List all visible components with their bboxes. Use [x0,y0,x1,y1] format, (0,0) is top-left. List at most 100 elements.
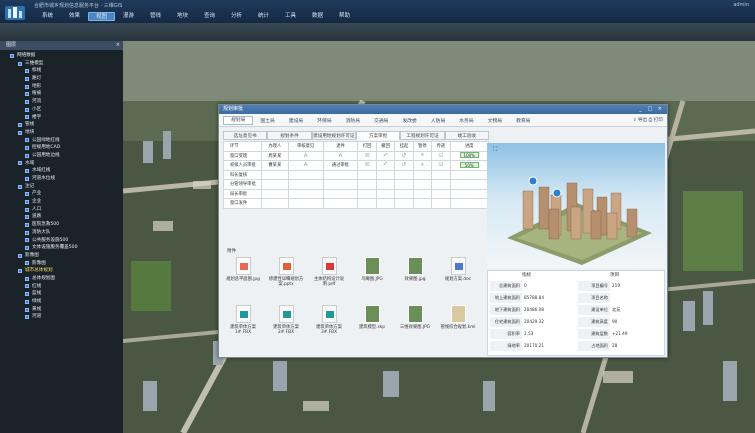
layer-checkbox[interactable] [18,161,22,166]
table-row[interactable]: 初级人员审批 曹某某 A 通过审批 ☒ ↶ ↺ ⏸ ☑ 50% [223,160,489,171]
layer-tree-item[interactable]: 影像图 [0,260,123,268]
attachment-file[interactable]: 修建性详细规划方案.pptx [266,257,306,287]
sidebar-close-icon[interactable]: × [116,41,120,50]
layer-tree-item[interactable]: 红线 [0,283,123,291]
export-print-tools[interactable]: ⇪ 导出 ⎙ 打印 [633,117,663,123]
tab-department-5[interactable]: 交通局 [367,117,395,124]
tab-department-1[interactable]: 国土局 [253,117,281,124]
table-row[interactable]: 分管领导审批 [223,179,489,190]
layer-tree-item[interactable]: 黄线 [0,306,123,314]
attachment-file[interactable]: 规划方案.doc [438,257,478,282]
tab-stage-2[interactable]: 建设用地规划许可证 [311,131,356,140]
layer-tree-item[interactable]: 水域红线 [0,167,123,175]
layer-tree-item[interactable]: 地形 [0,83,123,91]
action-icon[interactable]: A [339,153,343,159]
layer-tree-item[interactable]: 楼宇 [0,114,123,122]
layer-checkbox[interactable] [25,192,29,197]
tab-department-10[interactable]: 教育局 [509,117,537,124]
layer-checkbox[interactable] [25,146,29,151]
layer-tree-item[interactable]: 河道 [0,313,123,321]
layer-checkbox[interactable] [25,284,29,289]
layer-checkbox[interactable] [25,238,29,243]
layer-tree-item[interactable]: 标线 [0,67,123,75]
attachment-file[interactable]: 鸟瞰图.JPG [352,257,392,282]
menu-item-0[interactable]: 系统 [34,12,61,21]
menu-item-7[interactable]: 分析 [223,12,250,21]
menu-item-10[interactable]: 数据 [304,12,331,21]
layer-tree-item[interactable]: 公共服务设施500 [0,237,123,245]
layer-tree-item[interactable]: 绿线 [0,298,123,306]
layer-checkbox[interactable] [25,138,29,143]
menu-item-5[interactable]: 地块 [169,12,196,21]
layer-checkbox[interactable] [25,176,29,181]
action-cell[interactable]: ↺ [394,150,414,161]
attachment-file[interactable]: 规划总平面图.jpg [223,257,263,282]
layer-tree-item[interactable]: 人口 [0,206,123,214]
tab-department-9[interactable]: 文物局 [481,117,509,124]
table-row[interactable]: 科长复核 [223,169,489,180]
layer-tree-item[interactable]: 网络数据 [0,52,123,60]
layer-checkbox[interactable] [18,130,22,135]
table-row[interactable]: 窗口发件 [223,198,489,209]
layer-checkbox[interactable] [25,307,29,312]
layer-checkbox[interactable] [25,99,29,104]
layer-tree-item[interactable]: 河道水位线 [0,175,123,183]
table-row[interactable]: 局长审批 [223,188,489,199]
layer-tree-item[interactable]: 水域 [0,160,123,168]
action-icon[interactable]: ↺ [402,162,407,168]
layer-checkbox[interactable] [25,115,29,120]
table-row[interactable]: 窗口受理 周某某 A A ☒ ↶ ↺ ⏸ ☑ 100% [223,150,489,161]
tab-stage-1[interactable]: 规划条件 [267,131,312,140]
attachment-file[interactable]: 主体结构设计说明.pdf [309,257,349,287]
attachment-file[interactable]: 建筑单体方案2#.FBX [266,305,306,335]
layer-checkbox[interactable] [25,153,29,158]
layer-tree-item[interactable]: 小区 [0,106,123,114]
menu-item-1[interactable]: 效果 [61,12,88,21]
layer-checkbox[interactable] [10,53,14,58]
tab-department-0[interactable]: 规划局 [223,115,254,125]
action-cell[interactable]: 通过审批 [322,160,359,171]
tab-department-8[interactable]: 水务局 [452,117,480,124]
menu-item-4[interactable]: 管线 [142,12,169,21]
layer-checkbox[interactable] [25,230,29,235]
layer-checkbox[interactable] [25,107,29,112]
action-cell[interactable]: A [287,150,324,161]
menu-item-3[interactable]: 漫游 [115,12,142,21]
menu-item-11[interactable]: 帮助 [331,12,358,21]
attachment-file[interactable]: 建筑单体方案1#.FBX [223,305,263,335]
layer-tree-item[interactable]: 路灯 [0,75,123,83]
layer-checkbox[interactable] [25,292,29,297]
layer-checkbox[interactable] [25,199,29,204]
layer-tree-item[interactable]: 消防大队 [0,229,123,237]
attachment-file[interactable]: 建筑单体方案3#.FBX [309,305,349,335]
action-icon[interactable]: ⏸ [421,152,424,158]
layer-checkbox[interactable] [25,222,29,227]
action-icon[interactable]: A [304,162,308,168]
layer-tree-item[interactable]: 影像图 [0,252,123,260]
layer-tree-item[interactable]: 管线 [0,121,123,129]
layer-tree-item[interactable]: 产业 [0,190,123,198]
user-name[interactable]: admin [733,2,749,8]
action-cell[interactable]: A [322,150,359,161]
layer-checkbox[interactable] [25,276,29,281]
layer-checkbox[interactable] [18,184,22,189]
action-cell[interactable]: ↶ [375,160,396,171]
menu-item-8[interactable]: 统计 [250,12,277,21]
3d-model-preview[interactable]: ⛶ [487,143,665,268]
action-cell[interactable]: ↶ [375,150,396,161]
tab-department-4[interactable]: 消防局 [339,117,367,124]
layer-tree-item[interactable]: 公园用地边线 [0,152,123,160]
layer-checkbox[interactable] [18,269,22,274]
attachment-file[interactable]: 管线综合规划.kml [438,305,478,330]
layer-tree-item[interactable]: 蓝线 [0,290,123,298]
action-icon[interactable]: ↶ [383,153,388,159]
layer-tree-item[interactable]: 总体规划图 [0,275,123,283]
action-icon[interactable]: ↺ [402,153,407,159]
layer-checkbox[interactable] [25,169,29,174]
layer-checkbox[interactable] [25,246,29,251]
action-icon[interactable]: ☑ [438,153,443,159]
tab-department-3[interactable]: 环保局 [310,117,338,124]
layer-tree-item[interactable]: 控规用地CAD [0,144,123,152]
action-icon[interactable]: ☒ [365,153,370,159]
layer-tree-item[interactable]: 医院急救500 [0,221,123,229]
